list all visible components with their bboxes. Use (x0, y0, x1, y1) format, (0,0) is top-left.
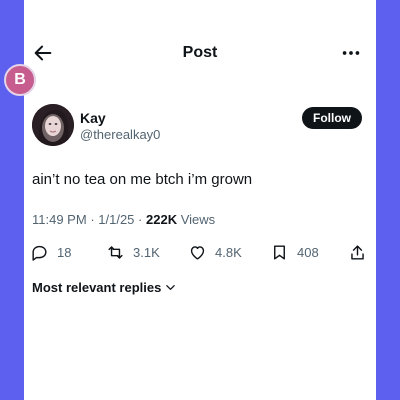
app-badge[interactable]: B (4, 64, 36, 96)
replies-sort-label: Most relevant replies (32, 280, 162, 295)
replies-sort-dropdown[interactable]: Most relevant replies (32, 280, 176, 295)
more-horizontal-icon[interactable] (340, 44, 362, 62)
action-bar: 18 3.1K 4.8K 408 (30, 240, 370, 264)
like-count: 4.8K (215, 244, 242, 260)
reply-icon (32, 245, 47, 261)
heart-icon (190, 245, 205, 260)
author-name[interactable]: Kay (80, 110, 106, 126)
avatar[interactable] (32, 104, 74, 146)
repost-count: 3.1K (133, 244, 160, 260)
tweet-meta: 11:49 PM · 1/1/25 · 222K Views (32, 212, 216, 227)
bookmark-button[interactable]: 408 (270, 240, 319, 264)
follow-button[interactable]: Follow (302, 107, 362, 129)
post-screen: Post Kay @therealkay0 Follow ain’t no te… (24, 0, 376, 400)
share-icon (351, 244, 364, 260)
avatar-photo (32, 104, 74, 146)
bookmark-count: 408 (297, 244, 319, 260)
views-count: 222K (146, 212, 178, 227)
page-title: Post (182, 44, 218, 61)
tweet-text: ain’t no tea on me btch i’m grown (32, 171, 253, 188)
chevron-down-icon (166, 285, 176, 290)
views-label: Views (180, 212, 216, 227)
app-frame: Post Kay @therealkay0 Follow ain’t no te… (0, 0, 400, 400)
reply-count: 18 (57, 244, 72, 260)
tweet-time[interactable]: 11:49 PM (32, 212, 87, 227)
bookmark-icon (274, 244, 285, 260)
repost-icon (108, 245, 123, 259)
share-button[interactable] (348, 240, 367, 264)
author-handle[interactable]: @therealkay0 (80, 127, 160, 142)
repost-button[interactable]: 3.1K (106, 240, 160, 264)
like-button[interactable]: 4.8K (188, 240, 242, 264)
top-bar: Post (24, 40, 376, 68)
reply-button[interactable]: 18 (30, 240, 71, 264)
tweet-date[interactable]: 1/1/25 (98, 212, 134, 227)
